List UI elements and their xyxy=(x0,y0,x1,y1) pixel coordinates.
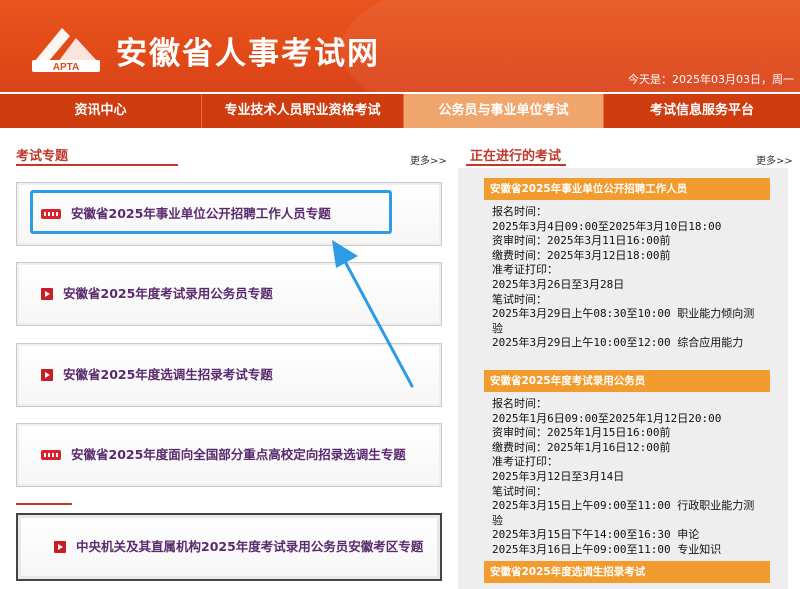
exam-title-bar[interactable]: 安徽省2025年事业单位公开招聘工作人员 xyxy=(484,178,770,200)
new-badge-icon xyxy=(41,450,61,460)
site-header: APTA 安徽省人事考试网 今天是：2025年03月03日，周一 xyxy=(0,0,800,92)
schedule-line: 资审时间：2025年3月11日16:00前 xyxy=(492,234,671,248)
schedule-line: 2025年3月29日上午08:30至10:00 职业能力倾向测 xyxy=(492,307,755,321)
nav-exam-service-platform[interactable]: 考试信息服务平台 xyxy=(604,94,800,128)
play-icon xyxy=(41,369,53,381)
ongoing-exams-heading: 正在进行的考试 xyxy=(470,149,562,164)
nav-civil-servant-exam[interactable]: 公务员与事业单位考试 xyxy=(404,94,604,128)
topic-card[interactable]: 中央机关及其直属机构2025年度考试录用公务员安徽考区专题 xyxy=(16,513,442,581)
schedule-line: 准考证打印： xyxy=(492,455,558,469)
nav-news-center[interactable]: 资讯中心 xyxy=(0,94,202,128)
schedule-line: 缴费时间：2025年1月16日12:00前 xyxy=(492,440,671,454)
schedule-line: 2025年3月12日至3月14日 xyxy=(492,469,625,483)
schedule-line: 2025年3月29日上午10:00至12:00 综合应用能力 xyxy=(492,336,744,350)
exam-title-bar[interactable]: 安徽省2025年度考试录用公务员 xyxy=(484,370,770,392)
schedule-line: 笔试时间： xyxy=(492,292,547,306)
schedule-line: 笔试时间： xyxy=(492,484,547,498)
schedule-line: 2025年3月26日至3月28日 xyxy=(492,277,625,291)
section-divider xyxy=(16,503,72,505)
site-title: 安徽省人事考试网 xyxy=(116,36,380,72)
schedule-line: 2025年3月15日上午09:00至11:00 行政职业能力测 xyxy=(492,499,755,513)
section-underline xyxy=(16,164,178,166)
topic-link[interactable]: 安徽省2025年度选调生招录考试专题 xyxy=(63,367,273,383)
current-date: 今天是：2025年03月03日，周一 xyxy=(628,73,794,86)
schedule-line: 缴费时间：2025年3月12日18:00前 xyxy=(492,248,671,262)
topic-link[interactable]: 安徽省2025年度面向全国部分重点高校定向招录选调生专题 xyxy=(71,447,406,463)
exam-schedule: 报名时间： 2025年1月6日09:00至2025年1月12日20:00 资审时… xyxy=(492,397,782,558)
play-icon xyxy=(41,288,53,300)
more-exams-link[interactable]: 更多>> xyxy=(756,152,793,167)
play-icon xyxy=(54,541,66,553)
more-topics-link[interactable]: 更多>> xyxy=(410,152,447,167)
main-nav: 资讯中心 专业技术人员职业资格考试 公务员与事业单位考试 考试信息服务平台 xyxy=(0,94,800,128)
schedule-line: 验 xyxy=(492,513,503,527)
exam-title-bar[interactable]: 安徽省2025年度选调生招录考试 xyxy=(484,561,770,583)
topic-card[interactable]: 安徽省2025年度面向全国部分重点高校定向招录选调生专题 xyxy=(16,423,442,487)
pointer-arrow-icon xyxy=(332,240,414,388)
apta-logo[interactable]: APTA xyxy=(28,22,104,74)
schedule-line: 验 xyxy=(492,321,503,335)
schedule-line: 准考证打印： xyxy=(492,263,558,277)
schedule-line: 2025年1月6日09:00至2025年1月12日20:00 xyxy=(492,411,722,425)
exam-topics-heading: 考试专题 xyxy=(16,149,69,164)
svg-text:APTA: APTA xyxy=(53,62,79,73)
schedule-line: 2025年3月15日下午14:00至16:30 申论 xyxy=(492,528,700,542)
schedule-line: 报名时间： xyxy=(492,205,547,218)
exam-schedule: 报名时间： 2025年3月4日09:00至2025年3月10日18:00 资审时… xyxy=(492,205,782,351)
schedule-line: 2025年3月16日上午09:00至11:00 专业知识 xyxy=(492,542,722,556)
section-underline xyxy=(466,164,566,166)
schedule-line: 资审时间：2025年1月15日16:00前 xyxy=(492,426,671,440)
schedule-line: 2025年3月4日09:00至2025年3月10日18:00 xyxy=(492,219,722,233)
topic-link[interactable]: 中央机关及其直属机构2025年度考试录用公务员安徽考区专题 xyxy=(76,539,423,555)
topic-link[interactable]: 安徽省2025年度考试录用公务员专题 xyxy=(63,286,273,302)
schedule-line: 报名时间： xyxy=(492,397,547,410)
nav-professional-qualification[interactable]: 专业技术人员职业资格考试 xyxy=(202,94,404,128)
highlight-box xyxy=(30,190,392,234)
